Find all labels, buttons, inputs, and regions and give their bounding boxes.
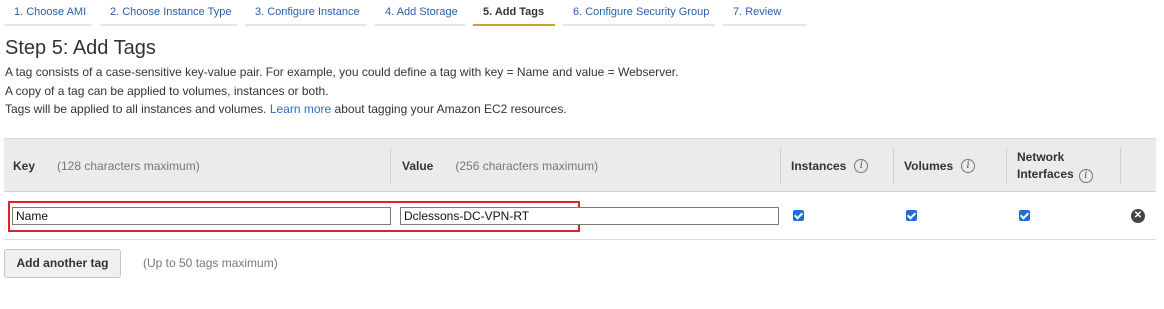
info-icon[interactable]: i [854, 159, 869, 173]
step-configure-instance[interactable]: 3. Configure Instance [245, 0, 367, 26]
column-divider [780, 148, 781, 184]
volumes-column-header: Volumes i [904, 139, 976, 193]
network-interfaces-column-header: Network Interfaces i [1017, 139, 1093, 193]
page-title: Step 5: Add Tags [5, 37, 156, 59]
info-icon[interactable]: i [1078, 169, 1093, 183]
column-divider [390, 148, 391, 184]
description-line-3-prefix: Tags will be applied to all instances an… [5, 102, 267, 116]
tag-value-input[interactable]: Dclessons-DC-VPN-RT [400, 207, 779, 225]
tag-key-input[interactable]: Name [12, 207, 391, 225]
value-column-header: Value (256 characters maximum) [402, 139, 598, 193]
network-interfaces-checkbox[interactable] [1019, 210, 1030, 221]
value-header-hint: (256 characters maximum) [455, 159, 599, 173]
instances-column-header: Instances i [791, 139, 869, 193]
column-divider [1120, 148, 1121, 184]
description-line-2: A copy of a tag can be applied to volume… [5, 83, 329, 98]
volumes-checkbox[interactable] [906, 210, 917, 221]
table-row: Name Dclessons-DC-VPN-RT ✕ [4, 192, 1156, 240]
description-line-3: Tags will be applied to all instances an… [5, 100, 678, 119]
column-divider [1006, 148, 1007, 184]
add-another-tag-button[interactable]: Add another tag [4, 249, 121, 278]
info-icon[interactable]: i [961, 159, 976, 173]
value-header-label: Value [402, 159, 434, 173]
column-divider [893, 148, 894, 184]
step-add-tags[interactable]: 5. Add Tags [473, 0, 555, 26]
key-header-label: Key [13, 159, 36, 173]
network-header-line-2: Interfaces [1017, 167, 1074, 181]
step-review[interactable]: 7. Review [723, 0, 807, 26]
key-column-header: Key (128 characters maximum) [13, 139, 200, 193]
step-configure-security-group[interactable]: 6. Configure Security Group [563, 0, 715, 26]
tag-limit-hint: (Up to 50 tags maximum) [143, 256, 278, 270]
description-line-3-suffix: about tagging your Amazon EC2 resources. [334, 102, 567, 116]
network-header-line-1: Network [1017, 150, 1065, 164]
page-description: A tag consists of a case-sensitive key-v… [5, 63, 678, 119]
learn-more-link[interactable]: Learn more [270, 102, 331, 116]
wizard-steps: 1. Choose AMI 2. Choose Instance Type 3.… [4, 0, 815, 26]
step-choose-instance-type[interactable]: 2. Choose Instance Type [100, 0, 237, 26]
key-header-hint: (128 characters maximum) [57, 159, 200, 173]
step-add-storage[interactable]: 4. Add Storage [375, 0, 465, 26]
instances-header-label: Instances [791, 159, 847, 173]
remove-tag-icon[interactable]: ✕ [1131, 209, 1145, 223]
instances-checkbox[interactable] [793, 210, 804, 221]
step-choose-ami[interactable]: 1. Choose AMI [4, 0, 92, 26]
description-line-1: A tag consists of a case-sensitive key-v… [5, 65, 679, 79]
tags-table-header: Key (128 characters maximum) Value (256 … [4, 138, 1156, 192]
volumes-header-label: Volumes [904, 159, 954, 173]
tags-table: Key (128 characters maximum) Value (256 … [4, 138, 1156, 240]
